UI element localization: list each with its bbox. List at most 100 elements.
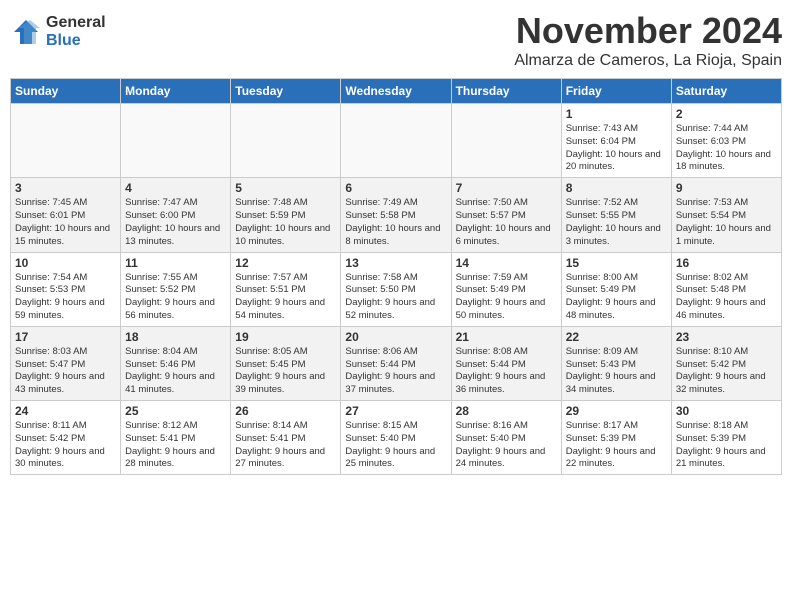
day-info: Sunrise: 7:57 AM Sunset: 5:51 PM Dayligh…: [235, 272, 336, 323]
day-number: 14: [456, 256, 557, 270]
day-number: 20: [345, 330, 446, 344]
calendar-cell: 3 Sunrise: 7:45 AM Sunset: 6:01 PM Daylig…: [11, 178, 121, 252]
day-info: Sunrise: 7:58 AM Sunset: 5:50 PM Dayligh…: [345, 272, 446, 323]
day-number: 16: [676, 256, 777, 270]
day-number: 5: [235, 181, 336, 195]
weekday-header-monday: Monday: [121, 79, 231, 104]
calendar-cell: 11Sunrise: 7:55 AM Sunset: 5:52 PM Dayli…: [121, 252, 231, 326]
day-number: 3: [15, 181, 116, 195]
page-header: General Blue November 2024 Almarza de Ca…: [10, 10, 782, 70]
day-number: 6: [345, 181, 446, 195]
day-info: Sunrise: 8:16 AM Sunset: 5:40 PM Dayligh…: [456, 420, 557, 471]
calendar-cell: 7 Sunrise: 7:50 AM Sunset: 5:57 PM Daylig…: [451, 178, 561, 252]
calendar-cell: 20 Sunrise: 8:06 AM Sunset: 5:44 PM Dayli…: [341, 326, 451, 400]
day-number: 27: [345, 404, 446, 418]
day-info: Sunrise: 8:14 AM Sunset: 5:41 PM Dayligh…: [235, 420, 336, 471]
day-number: 15: [566, 256, 667, 270]
calendar-cell: 15Sunrise: 8:00 AM Sunset: 5:49 PM Dayli…: [561, 252, 671, 326]
day-number: 19: [235, 330, 336, 344]
calendar-week-4: 17 Sunrise: 8:03 AM Sunset: 5:47 PM Dayli…: [11, 326, 782, 400]
month-title: November 2024: [514, 10, 782, 52]
calendar-cell: 26 Sunrise: 8:14 AM Sunset: 5:41 PM Dayli…: [231, 401, 341, 475]
day-number: 21: [456, 330, 557, 344]
day-info: Sunrise: 8:11 AM Sunset: 5:42 PM Dayligh…: [15, 420, 116, 471]
calendar-cell: 21Sunrise: 8:08 AM Sunset: 5:44 PM Dayli…: [451, 326, 561, 400]
day-number: 26: [235, 404, 336, 418]
day-info: Sunrise: 7:45 AM Sunset: 6:01 PM Dayligh…: [15, 197, 116, 248]
day-number: 9: [676, 181, 777, 195]
calendar-cell: 27 Sunrise: 8:15 AM Sunset: 5:40 PM Dayli…: [341, 401, 451, 475]
logo-blue-text: Blue: [46, 32, 106, 50]
day-info: Sunrise: 7:44 AM Sunset: 6:03 PM Dayligh…: [676, 123, 777, 174]
title-block: November 2024 Almarza de Cameros, La Rio…: [514, 10, 782, 70]
calendar-cell: 30 Sunrise: 8:18 AM Sunset: 5:39 PM Dayli…: [671, 401, 781, 475]
day-info: Sunrise: 8:03 AM Sunset: 5:47 PM Dayligh…: [15, 346, 116, 397]
day-info: Sunrise: 7:52 AM Sunset: 5:55 PM Dayligh…: [566, 197, 667, 248]
weekday-header-sunday: Sunday: [11, 79, 121, 104]
logo-text: General Blue: [46, 14, 106, 49]
day-info: Sunrise: 7:53 AM Sunset: 5:54 PM Dayligh…: [676, 197, 777, 248]
location-title: Almarza de Cameros, La Rioja, Spain: [514, 52, 782, 70]
weekday-header-tuesday: Tuesday: [231, 79, 341, 104]
day-info: Sunrise: 8:12 AM Sunset: 5:41 PM Dayligh…: [125, 420, 226, 471]
day-number: 12: [235, 256, 336, 270]
calendar-week-1: 1Sunrise: 7:43 AM Sunset: 6:04 PM Daylig…: [11, 104, 782, 178]
logo-general-text: General: [46, 14, 106, 32]
day-info: Sunrise: 7:47 AM Sunset: 6:00 PM Dayligh…: [125, 197, 226, 248]
calendar-cell: 25 Sunrise: 8:12 AM Sunset: 5:41 PM Dayli…: [121, 401, 231, 475]
calendar-cell: 18 Sunrise: 8:04 AM Sunset: 5:46 PM Dayli…: [121, 326, 231, 400]
logo-icon: [10, 16, 42, 48]
day-info: Sunrise: 8:05 AM Sunset: 5:45 PM Dayligh…: [235, 346, 336, 397]
calendar-cell: 1Sunrise: 7:43 AM Sunset: 6:04 PM Daylig…: [561, 104, 671, 178]
calendar-cell: 8 Sunrise: 7:52 AM Sunset: 5:55 PM Daylig…: [561, 178, 671, 252]
day-number: 30: [676, 404, 777, 418]
calendar-cell: 4Sunrise: 7:47 AM Sunset: 6:00 PM Daylig…: [121, 178, 231, 252]
day-number: 7: [456, 181, 557, 195]
day-info: Sunrise: 7:48 AM Sunset: 5:59 PM Dayligh…: [235, 197, 336, 248]
day-info: Sunrise: 8:15 AM Sunset: 5:40 PM Dayligh…: [345, 420, 446, 471]
day-info: Sunrise: 8:06 AM Sunset: 5:44 PM Dayligh…: [345, 346, 446, 397]
calendar-week-5: 24 Sunrise: 8:11 AM Sunset: 5:42 PM Dayli…: [11, 401, 782, 475]
day-info: Sunrise: 8:04 AM Sunset: 5:46 PM Dayligh…: [125, 346, 226, 397]
day-info: Sunrise: 8:18 AM Sunset: 5:39 PM Dayligh…: [676, 420, 777, 471]
calendar-cell: 24 Sunrise: 8:11 AM Sunset: 5:42 PM Dayli…: [11, 401, 121, 475]
day-info: Sunrise: 7:50 AM Sunset: 5:57 PM Dayligh…: [456, 197, 557, 248]
calendar-cell: 16 Sunrise: 8:02 AM Sunset: 5:48 PM Dayli…: [671, 252, 781, 326]
day-number: 24: [15, 404, 116, 418]
calendar-cell: 2Sunrise: 7:44 AM Sunset: 6:03 PM Daylig…: [671, 104, 781, 178]
calendar-cell: [341, 104, 451, 178]
day-info: Sunrise: 8:17 AM Sunset: 5:39 PM Dayligh…: [566, 420, 667, 471]
calendar-week-3: 10Sunrise: 7:54 AM Sunset: 5:53 PM Dayli…: [11, 252, 782, 326]
day-number: 11: [125, 256, 226, 270]
calendar-cell: 14Sunrise: 7:59 AM Sunset: 5:49 PM Dayli…: [451, 252, 561, 326]
day-number: 18: [125, 330, 226, 344]
day-number: 23: [676, 330, 777, 344]
calendar-header-row: SundayMondayTuesdayWednesdayThursdayFrid…: [11, 79, 782, 104]
day-number: 13: [345, 256, 446, 270]
day-number: 17: [15, 330, 116, 344]
calendar-cell: 22 Sunrise: 8:09 AM Sunset: 5:43 PM Dayli…: [561, 326, 671, 400]
day-info: Sunrise: 8:09 AM Sunset: 5:43 PM Dayligh…: [566, 346, 667, 397]
day-number: 28: [456, 404, 557, 418]
day-number: 8: [566, 181, 667, 195]
calendar-cell: 17 Sunrise: 8:03 AM Sunset: 5:47 PM Dayli…: [11, 326, 121, 400]
day-number: 22: [566, 330, 667, 344]
day-number: 29: [566, 404, 667, 418]
calendar-cell: [11, 104, 121, 178]
day-number: 10: [15, 256, 116, 270]
weekday-header-thursday: Thursday: [451, 79, 561, 104]
weekday-header-wednesday: Wednesday: [341, 79, 451, 104]
calendar-cell: 28 Sunrise: 8:16 AM Sunset: 5:40 PM Dayli…: [451, 401, 561, 475]
day-number: 25: [125, 404, 226, 418]
calendar-cell: 9 Sunrise: 7:53 AM Sunset: 5:54 PM Daylig…: [671, 178, 781, 252]
day-number: 1: [566, 107, 667, 121]
calendar-cell: 12 Sunrise: 7:57 AM Sunset: 5:51 PM Dayli…: [231, 252, 341, 326]
calendar-cell: 10Sunrise: 7:54 AM Sunset: 5:53 PM Dayli…: [11, 252, 121, 326]
calendar-cell: 13 Sunrise: 7:58 AM Sunset: 5:50 PM Dayli…: [341, 252, 451, 326]
day-info: Sunrise: 7:49 AM Sunset: 5:58 PM Dayligh…: [345, 197, 446, 248]
weekday-header-saturday: Saturday: [671, 79, 781, 104]
weekday-header-friday: Friday: [561, 79, 671, 104]
day-info: Sunrise: 8:02 AM Sunset: 5:48 PM Dayligh…: [676, 272, 777, 323]
calendar-cell: 29 Sunrise: 8:17 AM Sunset: 5:39 PM Dayli…: [561, 401, 671, 475]
calendar-cell: 5 Sunrise: 7:48 AM Sunset: 5:59 PM Daylig…: [231, 178, 341, 252]
